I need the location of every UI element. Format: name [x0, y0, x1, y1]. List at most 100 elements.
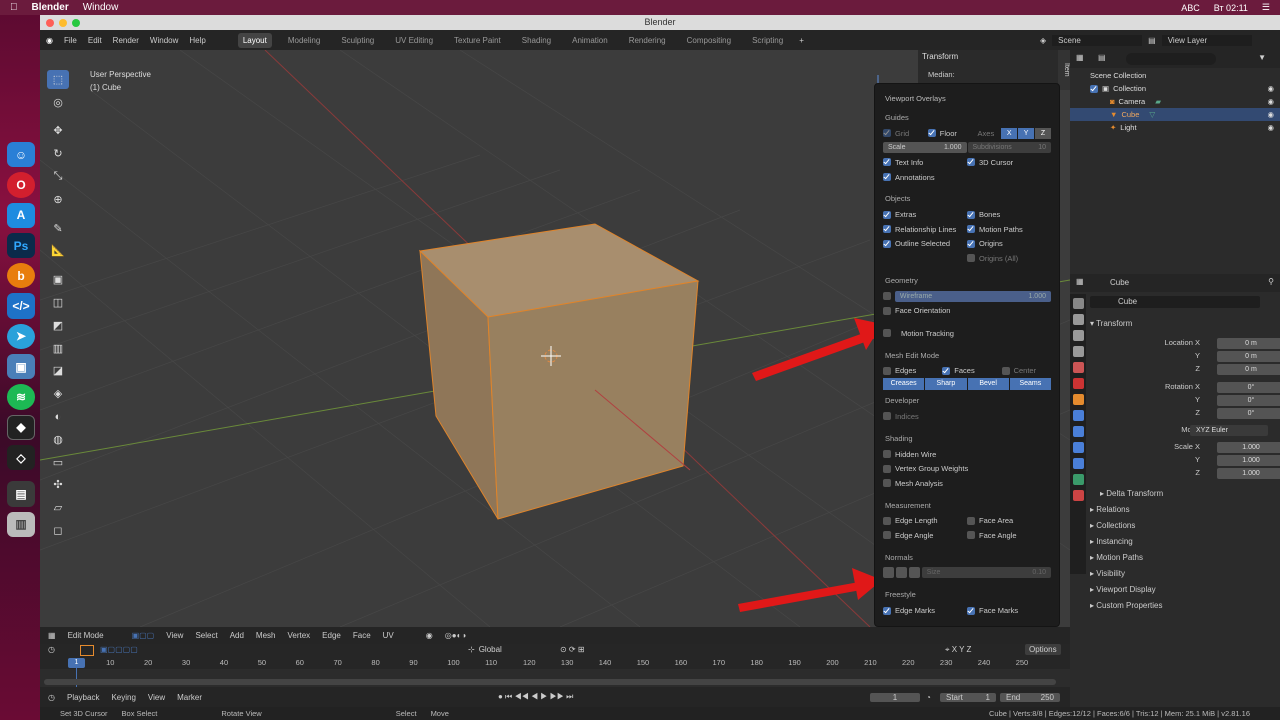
preview-icon[interactable]: ▣: [7, 354, 35, 380]
spotify-icon[interactable]: ≋: [7, 384, 35, 410]
tab-scripting[interactable]: Scripting: [747, 33, 788, 48]
timeline-type-icon[interactable]: ◷: [48, 693, 55, 702]
scale-x-field[interactable]: 1.000: [1217, 442, 1280, 453]
scale-y-field[interactable]: 1.000: [1217, 455, 1280, 466]
knife-tool-icon[interactable]: ◪: [47, 362, 69, 381]
collection-checkbox[interactable]: [1090, 84, 1098, 93]
bevel-tool-icon[interactable]: ◩: [47, 316, 69, 335]
view-layer-icon[interactable]: ▤: [1148, 36, 1156, 45]
origins-all-checkbox[interactable]: [967, 254, 975, 263]
tab-uv-editing[interactable]: UV Editing: [390, 33, 438, 48]
face-angle-checkbox[interactable]: [967, 531, 975, 540]
tab-rendering[interactable]: Rendering: [624, 33, 671, 48]
spin-tool-icon[interactable]: ◐: [47, 407, 69, 426]
bones-checkbox[interactable]: [967, 210, 975, 219]
poly-build-tool-icon[interactable]: ◈: [47, 384, 69, 403]
rotation-z-field[interactable]: 0°: [1217, 408, 1280, 419]
edge-angle-checkbox[interactable]: [883, 531, 891, 540]
face-marks-checkbox[interactable]: [967, 606, 975, 615]
mesh-data-icon[interactable]: ▽: [1149, 110, 1155, 119]
trash-icon[interactable]: ▥: [7, 511, 35, 538]
menu-render[interactable]: Render: [113, 36, 139, 45]
menu-help[interactable]: Help: [189, 36, 205, 45]
particles-tab-icon[interactable]: [1072, 426, 1084, 437]
clock-icon[interactable]: ◔: [926, 693, 931, 702]
blender-logo-icon[interactable]: ◉: [46, 36, 53, 45]
blender-icon[interactable]: b: [7, 263, 35, 289]
tab-texture-paint[interactable]: Texture Paint: [449, 33, 506, 48]
outline-selected-checkbox[interactable]: [883, 239, 891, 248]
item-tab[interactable]: Item: [1058, 50, 1070, 90]
menu-edit[interactable]: Edit: [88, 36, 102, 45]
apple-icon[interactable]: : [10, 2, 18, 13]
axis-z-toggle[interactable]: Z: [1035, 127, 1051, 139]
face-orientation-checkbox[interactable]: [883, 306, 891, 315]
edge-length-checkbox[interactable]: [883, 516, 891, 525]
tab-animation[interactable]: Animation: [567, 33, 613, 48]
data-tab-icon[interactable]: [1072, 474, 1084, 485]
menu-window[interactable]: Window: [150, 36, 178, 45]
cube-mesh[interactable]: [418, 223, 700, 520]
display-mode-icon[interactable]: ▤: [1098, 53, 1106, 62]
shear-tool-icon[interactable]: ▱: [47, 498, 69, 517]
origins-checkbox[interactable]: [967, 239, 975, 248]
custom-properties-section[interactable]: ▸ Custom Properties: [1090, 601, 1163, 610]
constraints-tab-icon[interactable]: [1072, 458, 1084, 469]
select-box-tool-icon[interactable]: ⬚: [47, 70, 69, 89]
outliner-cube[interactable]: ▼ Cube ▽ ◉: [1070, 108, 1280, 121]
menu-vertex[interactable]: Vertex: [287, 631, 310, 640]
motion-paths-section[interactable]: ▸ Motion Paths: [1090, 553, 1143, 562]
cursor-tool-icon[interactable]: ◎: [47, 93, 69, 112]
tool-tab-icon[interactable]: [1072, 298, 1084, 309]
location-x-field[interactable]: 0 m: [1217, 338, 1280, 349]
camera-data-icon[interactable]: ▰: [1155, 97, 1161, 106]
add-workspace-icon[interactable]: +: [799, 36, 804, 45]
indices-checkbox[interactable]: [883, 412, 891, 421]
mesh-analysis-checkbox[interactable]: [883, 479, 891, 488]
location-z-field[interactable]: 0 m: [1217, 364, 1280, 375]
menu-uv[interactable]: UV: [383, 631, 394, 640]
relationship-lines-checkbox[interactable]: [883, 225, 891, 234]
loop-cut-tool-icon[interactable]: ▥: [47, 339, 69, 358]
playback-menu[interactable]: Playback: [67, 693, 99, 702]
outliner-collection[interactable]: ▣ Collection ◉: [1070, 82, 1280, 95]
output-tab-icon[interactable]: [1072, 330, 1084, 341]
axis-y-toggle[interactable]: Y: [1018, 127, 1035, 139]
shrink-fatten-tool-icon[interactable]: ✣: [47, 476, 69, 495]
text-info-checkbox[interactable]: [883, 158, 891, 167]
rotation-x-field[interactable]: 0°: [1217, 382, 1280, 393]
extrude-tool-icon[interactable]: ▣: [47, 270, 69, 289]
relations-section[interactable]: ▸ Relations: [1090, 505, 1130, 514]
vscode-icon[interactable]: </>: [7, 293, 35, 319]
menu-select[interactable]: Select: [195, 631, 217, 640]
timeline-scrollbar[interactable]: [44, 679, 1056, 685]
object-tab-icon[interactable]: [1072, 394, 1084, 405]
shading-mode-icons[interactable]: ◎●◐◑: [445, 631, 466, 640]
maximize-icon[interactable]: [72, 19, 80, 27]
extras-checkbox[interactable]: [883, 210, 891, 219]
edges-checkbox[interactable]: [883, 366, 891, 375]
menu-mesh[interactable]: Mesh: [256, 631, 276, 640]
mirror-axis-toggles[interactable]: ⌖ X Y Z: [945, 645, 971, 655]
eye-icon[interactable]: ◉: [1267, 123, 1274, 132]
tweak-tool-icon[interactable]: [80, 645, 94, 656]
timeline[interactable]: 1102030405060708090100110120130140150160…: [40, 657, 1070, 687]
viewport-display-section[interactable]: ▸ Viewport Display: [1090, 585, 1156, 594]
rotation-mode-select[interactable]: XYZ Euler: [1190, 425, 1268, 436]
modifiers-tab-icon[interactable]: [1072, 410, 1084, 421]
telegram-icon[interactable]: ➤: [7, 323, 35, 350]
unity-hub-icon[interactable]: ◇: [7, 445, 35, 471]
motion-paths-checkbox[interactable]: [967, 225, 975, 234]
menu-file[interactable]: File: [64, 36, 77, 45]
move-tool-icon[interactable]: ✥: [47, 122, 69, 141]
transform-tool-icon[interactable]: ⊕: [47, 190, 69, 209]
vertex-normals-icon[interactable]: [883, 567, 894, 579]
finder-icon[interactable]: ☺: [7, 142, 35, 168]
opera-icon[interactable]: O: [7, 172, 35, 198]
floor-checkbox[interactable]: [927, 129, 936, 138]
center-checkbox[interactable]: [1001, 366, 1010, 375]
marker-menu[interactable]: Marker: [177, 693, 202, 702]
minimize-icon[interactable]: [59, 19, 67, 27]
rip-tool-icon[interactable]: ◻: [47, 521, 69, 540]
end-frame-field[interactable]: End 250: [1000, 692, 1060, 702]
